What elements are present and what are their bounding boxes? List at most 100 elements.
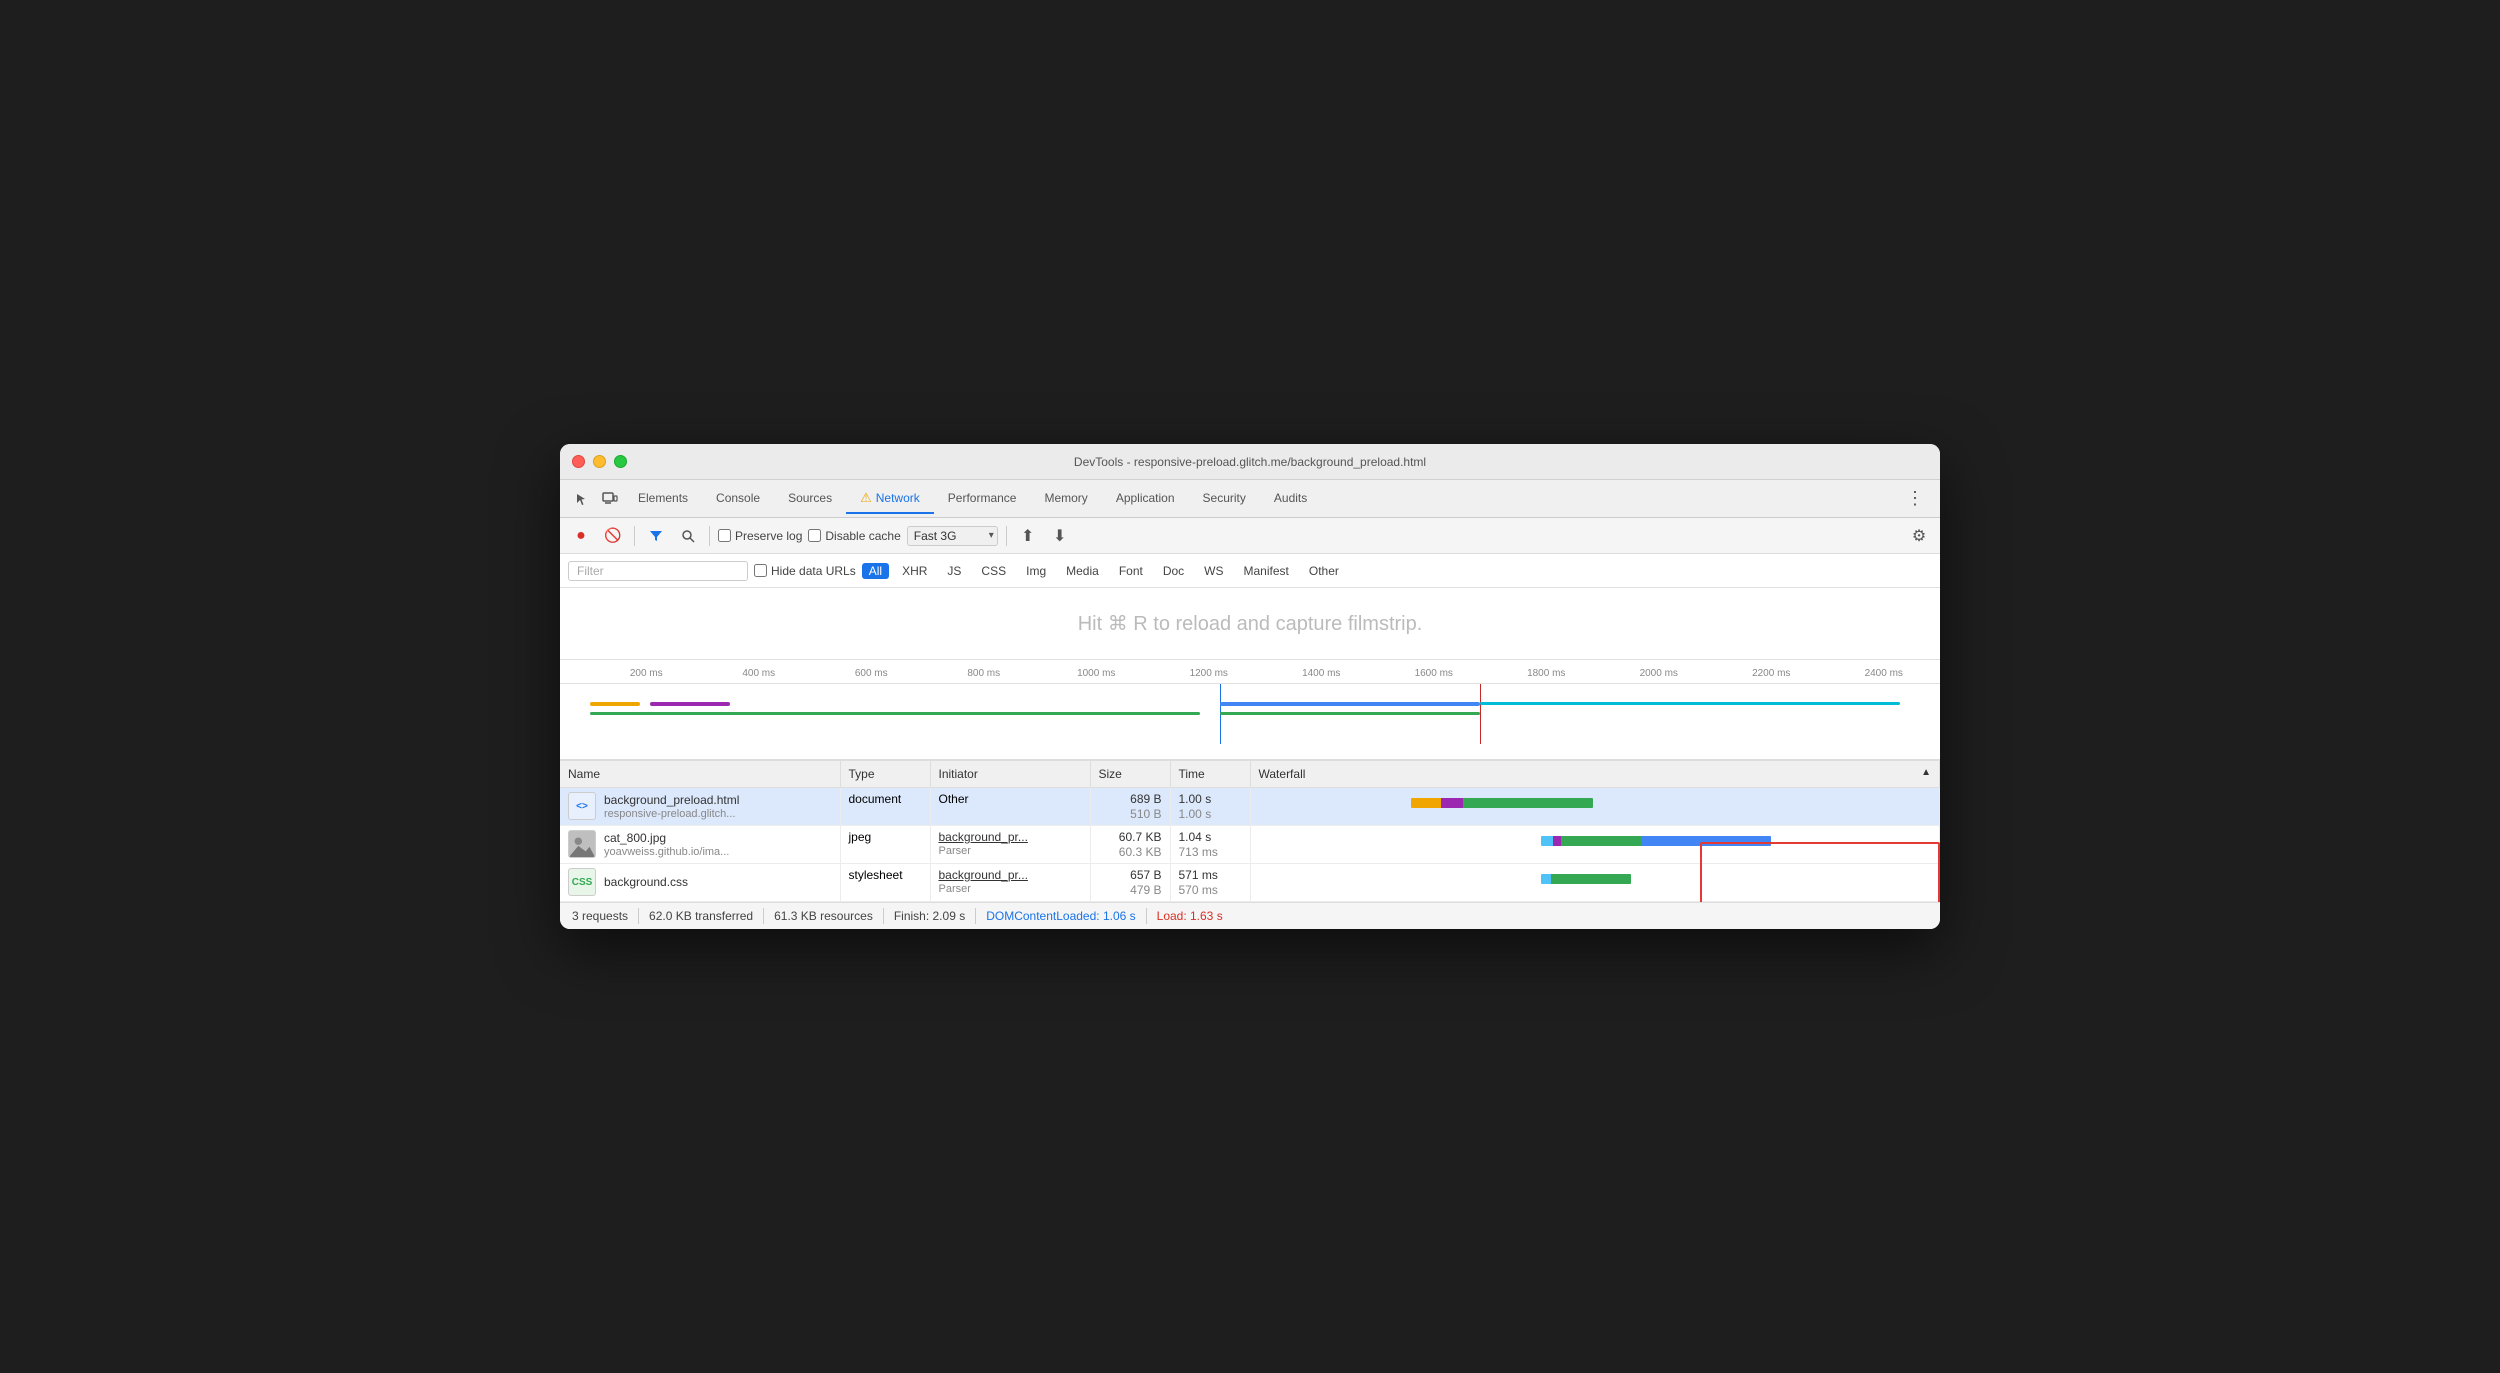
table-row[interactable]: CSS background.css stylesheet background… (560, 864, 1940, 902)
record-button[interactable]: ● (568, 523, 594, 549)
hide-data-urls-checkbox[interactable] (754, 564, 767, 577)
filter-type-media[interactable]: Media (1059, 563, 1106, 579)
throttle-select-wrap: Fast 3G Slow 3G No throttling Offline (907, 526, 998, 546)
status-divider-1 (638, 908, 639, 924)
track-cyan (1480, 702, 1900, 705)
row2-size: 60.7 KB 60.3 KB (1090, 826, 1170, 864)
col-header-waterfall: Waterfall ▲ (1250, 761, 1940, 788)
toolbar-divider-3 (1006, 526, 1007, 546)
filter-type-img[interactable]: Img (1019, 563, 1053, 579)
filter-type-css[interactable]: CSS (974, 563, 1013, 579)
status-divider-4 (975, 908, 976, 924)
wf2-lightblue (1541, 836, 1553, 846)
hide-data-urls-label: Hide data URLs (771, 564, 856, 578)
table-row[interactable]: cat_800.jpg yoavweiss.github.io/ima... j… (560, 826, 1940, 864)
upload-icon[interactable]: ⬆ (1015, 523, 1041, 549)
row3-file-icon: CSS (568, 868, 596, 896)
close-button[interactable] (572, 455, 585, 468)
filter-type-doc[interactable]: Doc (1156, 563, 1191, 579)
timeline-tracks (560, 684, 1940, 744)
preserve-log-group: Preserve log (718, 529, 802, 543)
tab-security[interactable]: Security (1189, 485, 1260, 513)
preserve-log-checkbox[interactable] (718, 529, 731, 542)
status-transferred: 62.0 KB transferred (649, 909, 753, 923)
status-bar: 3 requests 62.0 KB transferred 61.3 KB r… (560, 902, 1940, 929)
cursor-icon[interactable] (568, 485, 596, 513)
responsive-icon[interactable] (596, 485, 624, 513)
settings-icon[interactable]: ⚙ (1906, 523, 1932, 549)
row1-type: document (840, 788, 930, 826)
filter-input[interactable] (568, 561, 748, 581)
devtools-window: DevTools - responsive-preload.glitch.me/… (560, 444, 1940, 929)
row2-file-names: cat_800.jpg yoavweiss.github.io/ima... (604, 831, 729, 858)
col-header-size: Size (1090, 761, 1170, 788)
row1-initiator: Other (930, 788, 1090, 826)
more-options-button[interactable]: ⋮ (1898, 488, 1932, 509)
wf3-lightblue (1541, 874, 1551, 884)
row1-file-names: background_preload.html responsive-prelo… (604, 793, 739, 820)
row2-file-icon (568, 830, 596, 858)
warning-icon: ⚠ (860, 490, 872, 506)
download-icon[interactable]: ⬇ (1047, 523, 1073, 549)
devtools-tab-bar: Elements Console Sources ⚠ Network Perfo… (560, 480, 1940, 518)
wf1-orange (1411, 798, 1441, 808)
filter-type-xhr[interactable]: XHR (895, 563, 934, 579)
track-green-long (590, 712, 1200, 715)
track-blue (1220, 702, 1480, 706)
tick-1800: 1800 ms (1490, 668, 1603, 679)
col-header-name: Name (560, 761, 840, 788)
col-header-time: Time (1170, 761, 1250, 788)
table-row[interactable]: <> background_preload.html responsive-pr… (560, 788, 1940, 826)
col-header-type: Type (840, 761, 930, 788)
tick-600: 600 ms (815, 668, 928, 679)
toolbar-divider-1 (634, 526, 635, 546)
filter-type-ws[interactable]: WS (1197, 563, 1230, 579)
filter-type-js[interactable]: JS (940, 563, 968, 579)
tab-console[interactable]: Console (702, 485, 774, 513)
filter-type-manifest[interactable]: Manifest (1237, 563, 1296, 579)
wf2-blue (1641, 836, 1771, 846)
filter-type-font[interactable]: Font (1112, 563, 1150, 579)
filter-type-other[interactable]: Other (1302, 563, 1346, 579)
tick-800: 800 ms (928, 668, 1041, 679)
tab-audits[interactable]: Audits (1260, 485, 1321, 513)
track-green-row2 (1220, 712, 1480, 715)
throttle-select[interactable]: Fast 3G Slow 3G No throttling Offline (907, 526, 998, 546)
wf2-green (1561, 836, 1641, 846)
wf3-green (1551, 874, 1631, 884)
maximize-button[interactable] (614, 455, 627, 468)
window-title: DevTools - responsive-preload.glitch.me/… (1074, 455, 1426, 469)
row3-size: 657 B 479 B (1090, 864, 1170, 902)
waterfall-sort-icon[interactable]: ▲ (1921, 767, 1931, 778)
jpeg-preview-icon (569, 830, 595, 858)
tab-network[interactable]: ⚠ Network (846, 484, 934, 514)
row2-waterfall (1250, 826, 1940, 864)
table-header-row: Name Type Initiator Size Time Waterfall … (560, 761, 1940, 788)
title-bar: DevTools - responsive-preload.glitch.me/… (560, 444, 1940, 480)
row3-filename: background.css (604, 875, 688, 889)
row3-time: 571 ms 570 ms (1170, 864, 1250, 902)
filter-type-all[interactable]: All (862, 563, 889, 579)
clear-button[interactable]: 🚫 (600, 523, 626, 549)
row3-file-names: background.css (604, 875, 688, 889)
disable-cache-checkbox[interactable] (808, 529, 821, 542)
tick-200: 200 ms (590, 668, 703, 679)
network-table-wrapper: Name Type Initiator Size Time Waterfall … (560, 760, 1940, 902)
status-divider-5 (1146, 908, 1147, 924)
minimize-button[interactable] (593, 455, 606, 468)
tab-elements[interactable]: Elements (624, 485, 702, 513)
tab-performance[interactable]: Performance (934, 485, 1031, 513)
row3-initiator: background_pr... Parser (930, 864, 1090, 902)
search-icon[interactable] (675, 523, 701, 549)
status-divider-2 (763, 908, 764, 924)
tab-sources[interactable]: Sources (774, 485, 846, 513)
row1-filename-sub: responsive-preload.glitch... (604, 808, 739, 820)
filter-icon[interactable] (643, 523, 669, 549)
tab-memory[interactable]: Memory (1030, 485, 1101, 513)
tab-application[interactable]: Application (1102, 485, 1189, 513)
wf1-green (1463, 798, 1593, 808)
row3-type: stylesheet (840, 864, 930, 902)
track-orange (590, 702, 640, 706)
status-finish: Finish: 2.09 s (894, 909, 965, 923)
tick-2200: 2200 ms (1715, 668, 1828, 679)
